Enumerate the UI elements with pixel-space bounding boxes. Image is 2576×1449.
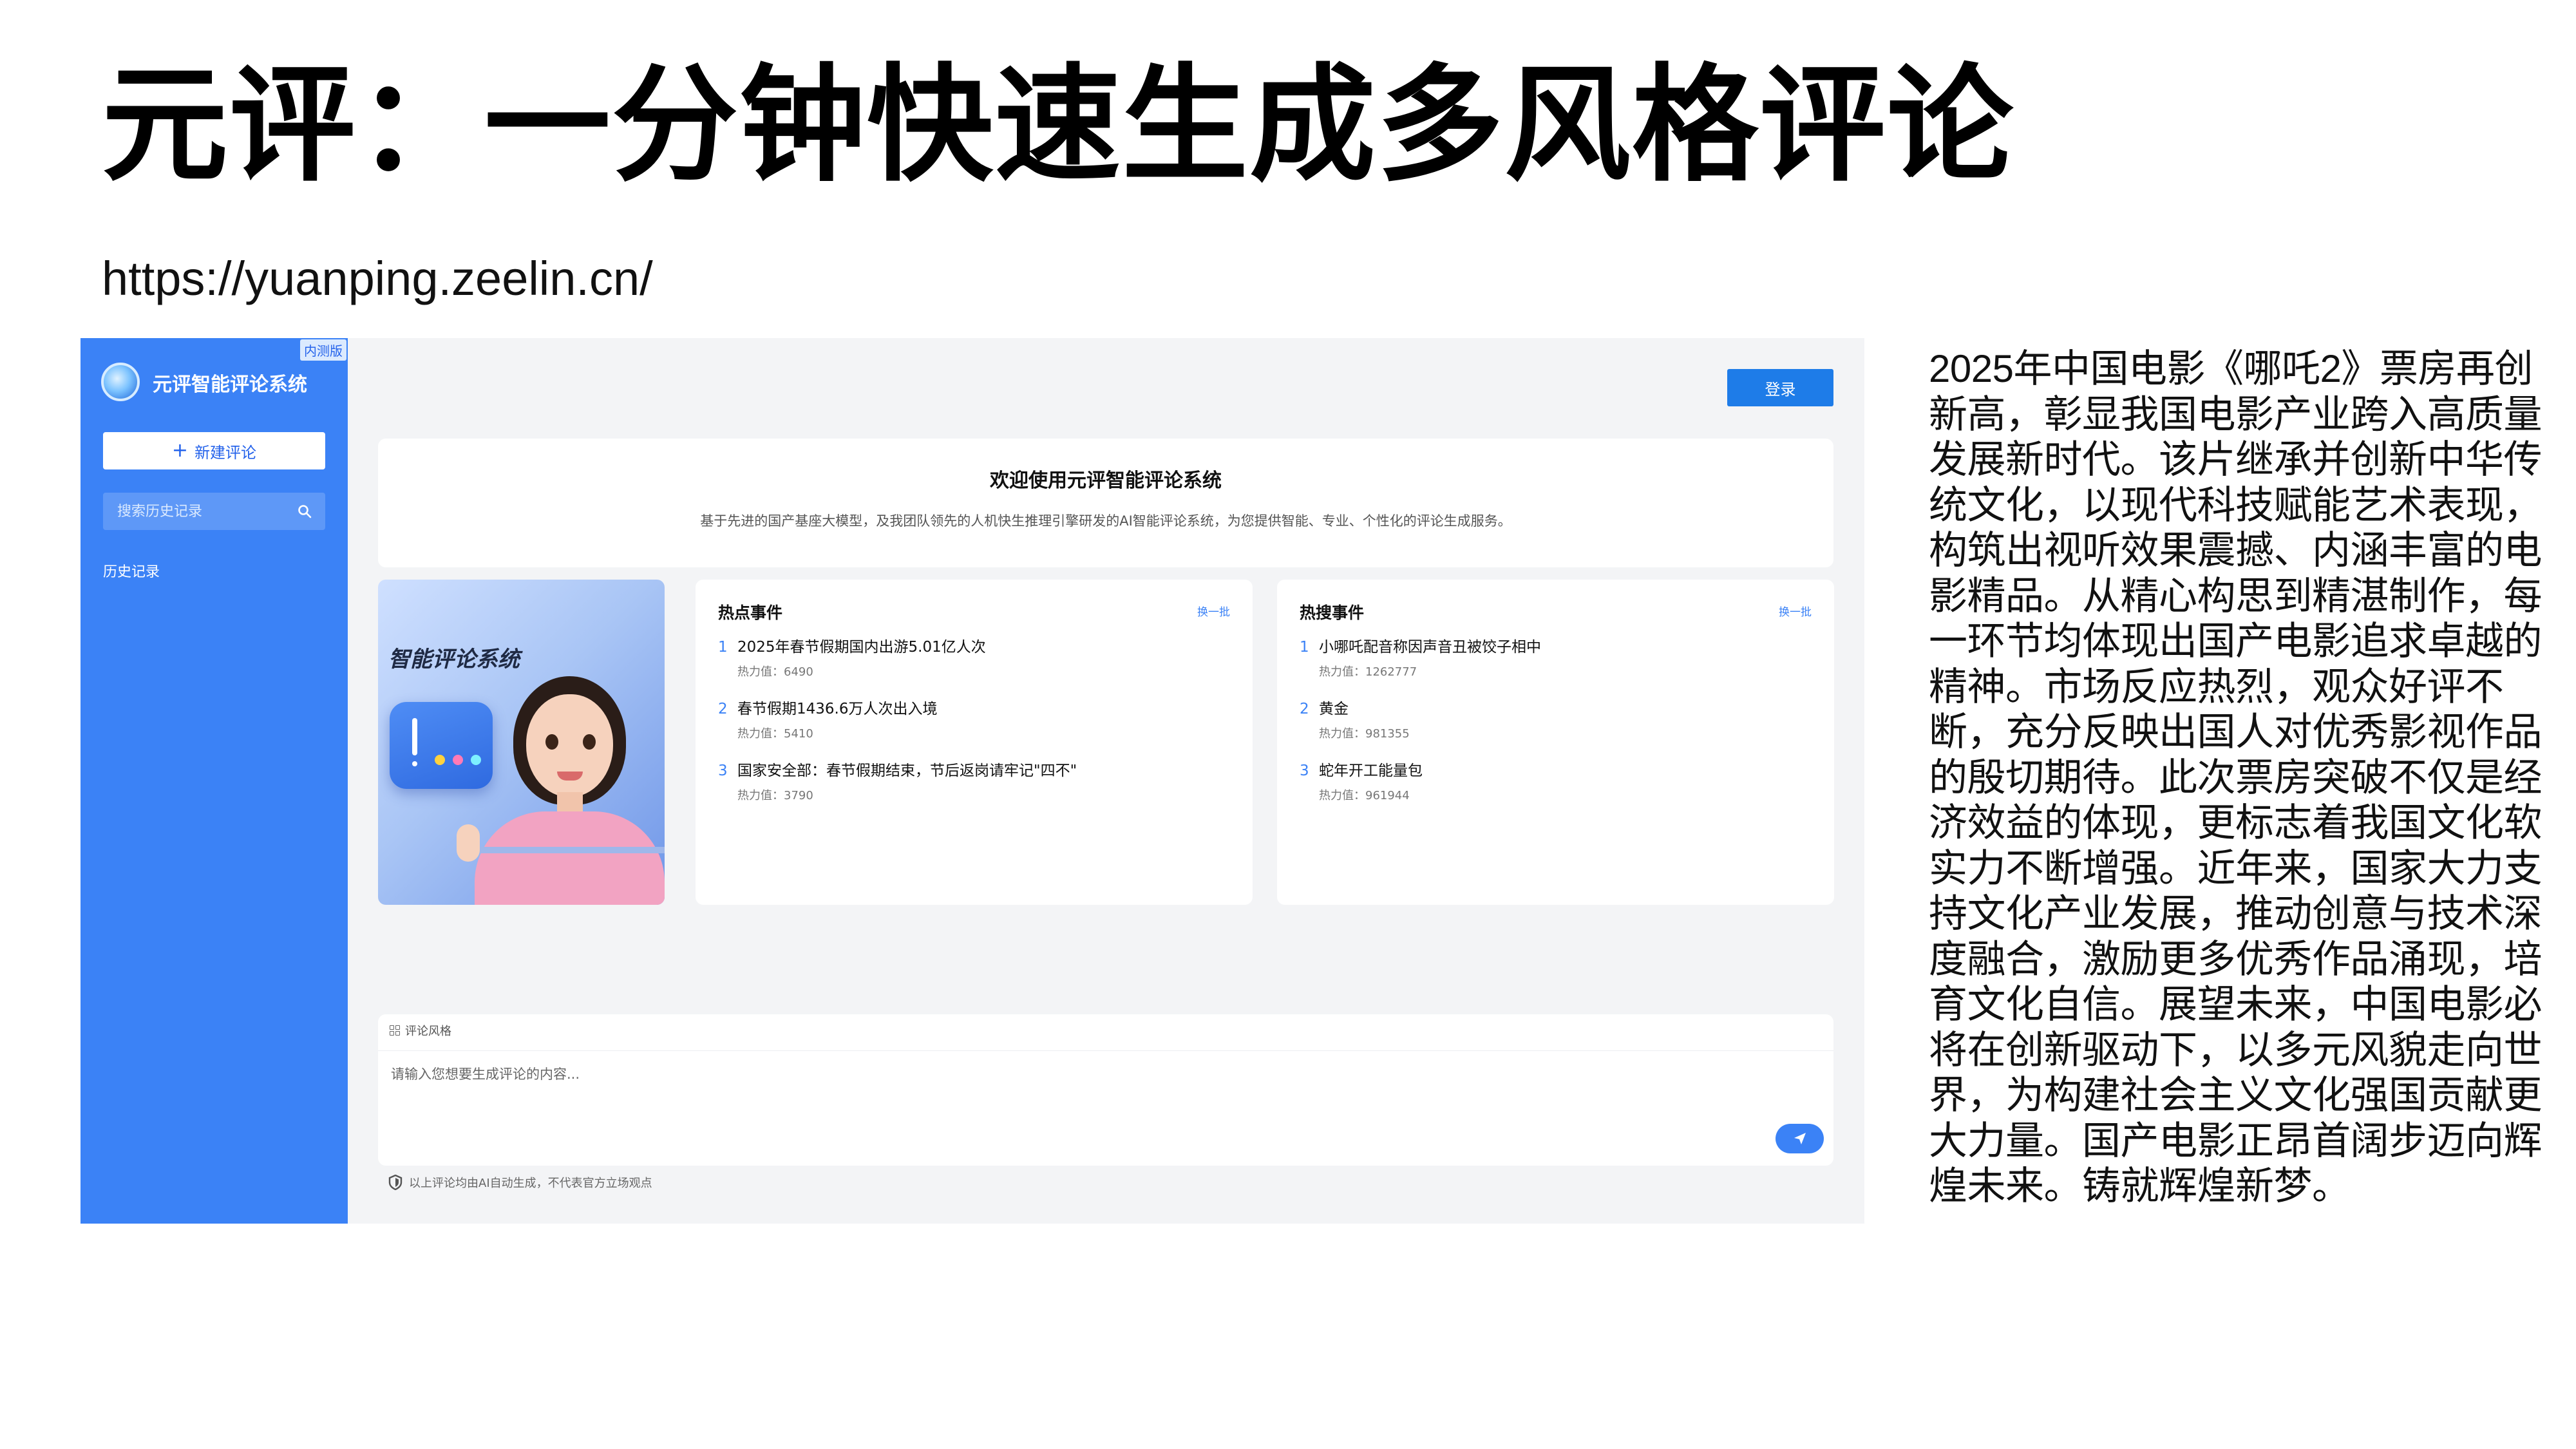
comment-input[interactable] (390, 1061, 1680, 1088)
sidebar: 内测版 元评智能评论系统 + 新建评论 历史记录 (80, 338, 348, 1224)
divider (378, 1050, 1833, 1051)
list-item[interactable]: 1 2025年春节假期国内出游5.01亿人次 热力值：6490 (718, 634, 986, 679)
search-icon[interactable] (297, 504, 312, 519)
plus-icon: + (171, 439, 189, 462)
history-label: 历史记录 (103, 564, 160, 580)
comment-style-label: 评论风格 (405, 1025, 451, 1038)
send-icon (1794, 1133, 1806, 1144)
rank-number: 1 (1300, 639, 1309, 656)
welcome-card: 欢迎使用元评智能评论系统 基于先进的国产基座大模型，及我团队领先的人机快生推理引… (378, 439, 1833, 567)
shield-icon (388, 1175, 402, 1190)
event-title: 国家安全部：春节假期结束，节后返岗请牢记"四不" (737, 762, 1077, 779)
disclaimer: 以上评论均由AI自动生成，不代表官方立场观点 (388, 1174, 652, 1191)
heat-value: 热力值：1262777 (1319, 665, 1417, 679)
rank-number: 2 (718, 701, 728, 717)
new-comment-button[interactable]: + 新建评论 (103, 432, 325, 469)
app-title: 元评智能评论系统 (153, 374, 307, 396)
rank-number: 3 (718, 762, 728, 779)
hot-events-card: 热点事件 换一批 1 2025年春节假期国内出游5.01亿人次 热力值：6490 … (696, 580, 1253, 905)
send-button[interactable] (1776, 1124, 1824, 1153)
login-button[interactable]: 登录 (1727, 369, 1833, 406)
hot-searches-refresh-button[interactable]: 换一批 (1779, 603, 1812, 619)
event-title: 春节假期1436.6万人次出入境 (737, 701, 938, 717)
hero-title: 智能评论系统 (388, 647, 520, 672)
list-item[interactable]: 2 春节假期1436.6万人次出入境 热力值：5410 (718, 696, 937, 741)
slide-url: https://yuanping.zeelin.cn/ (102, 252, 653, 305)
slide-title: 元评：一分钟快速生成多风格评论 (102, 52, 2015, 199)
search-title: 小哪吒配音称因声音丑被饺子相中 (1319, 639, 1541, 656)
list-item[interactable]: 1 小哪吒配音称因声音丑被饺子相中 热力值：1262777 (1300, 634, 1541, 679)
hot-events-header: 热点事件 (718, 603, 783, 622)
hero-banner: 智能评论系统 (378, 580, 665, 905)
app-logo-icon (101, 363, 140, 401)
hot-events-refresh-button[interactable]: 换一批 (1197, 603, 1230, 619)
heat-value: 热力值：3790 (737, 789, 813, 802)
search-title: 黄金 (1319, 701, 1349, 717)
welcome-subtitle: 基于先进的国产基座大模型，及我团队领先的人机快生推理引擎研发的AI智能评论系统，… (700, 513, 1511, 529)
search-title: 蛇年开工能量包 (1319, 762, 1423, 779)
hot-searches-header: 热搜事件 (1300, 603, 1365, 622)
hot-searches-card: 热搜事件 换一批 1 小哪吒配音称因声音丑被饺子相中 热力值：1262777 2黄… (1277, 580, 1834, 905)
chat-bubble-icon (390, 702, 493, 789)
rank-number: 1 (718, 639, 728, 656)
history-search[interactable] (103, 493, 325, 530)
welcome-title: 欢迎使用元评智能评论系统 (990, 469, 1222, 492)
heat-value: 热力值：6490 (737, 665, 813, 679)
comment-input-panel: 评论风格 (378, 1014, 1833, 1166)
heat-value: 热力值：981355 (1319, 727, 1410, 741)
comment-style-selector[interactable]: 评论风格 (390, 1022, 451, 1039)
history-search-input[interactable] (116, 502, 286, 520)
rank-number: 3 (1300, 762, 1309, 779)
disclaimer-text: 以上评论均由AI自动生成，不代表官方立场观点 (409, 1177, 652, 1190)
heat-value: 热力值：5410 (737, 727, 813, 741)
beta-badge: 内测版 (300, 339, 346, 361)
heat-value: 热力值：961944 (1319, 789, 1410, 802)
list-item[interactable]: 3 蛇年开工能量包 热力值：961944 (1300, 758, 1423, 803)
app-screenshot: 内测版 元评智能评论系统 + 新建评论 历史记录 登录 欢迎使用元评智能评论系统… (80, 338, 1864, 1224)
event-title: 2025年春节假期国内出游5.01亿人次 (737, 639, 986, 656)
grid-icon (390, 1025, 400, 1036)
list-item[interactable]: 2 黄金 热力值：981355 (1300, 696, 1410, 741)
rank-number: 2 (1300, 701, 1309, 717)
new-comment-label: 新建评论 (194, 443, 257, 462)
list-item[interactable]: 3 国家安全部：春节假期结束，节后返岗请牢记"四不" 热力值：3790 (718, 758, 1077, 803)
article-text: 2025年中国电影《哪吒2》票房再创新高，彰显我国电影产业跨入高质量发展新时代。… (1929, 347, 2543, 1208)
